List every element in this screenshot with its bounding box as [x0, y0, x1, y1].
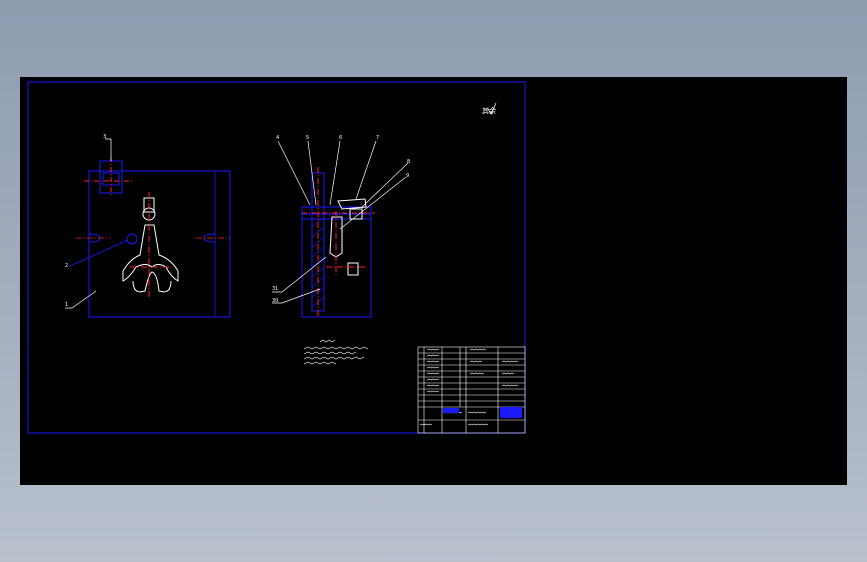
balloon-5: 5: [306, 135, 309, 141]
leader-3: [105, 138, 112, 161]
leader-7: [355, 140, 377, 200]
balloon-2: 2: [65, 263, 68, 269]
left-view: 3 2 1: [65, 134, 231, 318]
balloon-6: 6: [339, 135, 342, 141]
title-block: [417, 346, 526, 434]
balloon-4: 4: [276, 135, 279, 141]
shift-fork-outline: [122, 224, 179, 282]
fork-side-pad: [347, 262, 359, 276]
balloon-1: 1: [65, 302, 68, 308]
title-block-highlight: [500, 407, 522, 418]
leader-9: [339, 176, 407, 230]
balloon-8: 8: [407, 159, 410, 165]
leader-1: [65, 290, 97, 309]
balloon-31: 31: [272, 286, 278, 292]
fork-jaws: [132, 271, 172, 293]
cad-drawing: 其余 3 2 1 4 5 6 7 8 9 31 30: [27, 81, 526, 434]
balloon-3: 3: [103, 134, 106, 140]
leader-2: [69, 239, 129, 267]
leader-8: [361, 162, 409, 208]
technical-requirements: [303, 339, 369, 365]
balloon-30: 30: [272, 298, 278, 304]
balloon-7: 7: [376, 135, 379, 141]
leader-4: [277, 140, 311, 206]
locating-pin: [126, 233, 138, 245]
cad-viewport[interactable]: 其余 3 2 1 4 5 6 7 8 9 31 30: [20, 77, 847, 485]
title-block-highlight-small: [443, 408, 459, 413]
leader-6: [329, 140, 341, 206]
balloon-9: 9: [406, 173, 409, 179]
right-view: 4 5 6 7 8 9 31 30: [272, 135, 410, 318]
